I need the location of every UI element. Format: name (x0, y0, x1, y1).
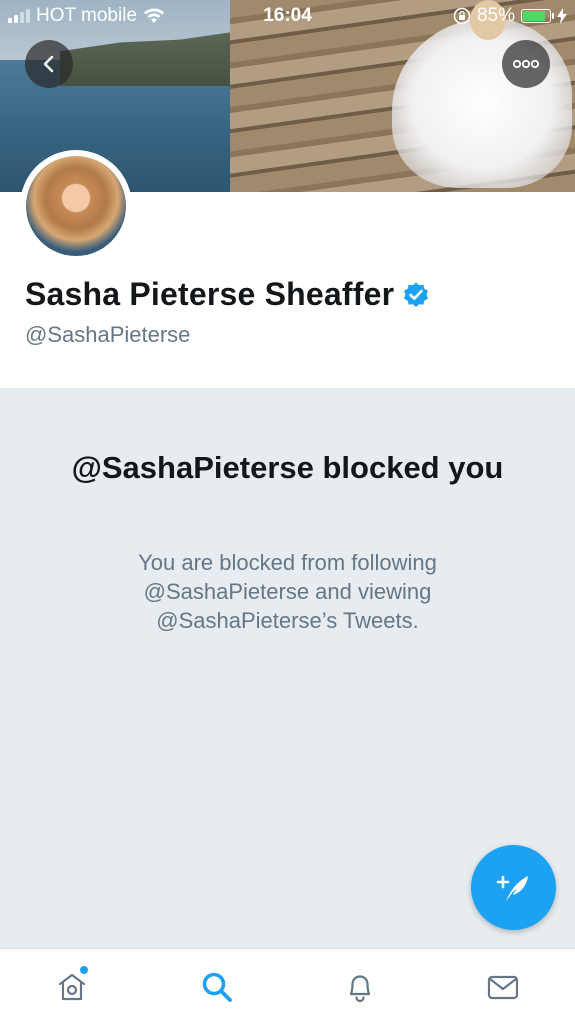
tab-home[interactable] (52, 966, 92, 1007)
avatar-image (26, 156, 126, 256)
profile-name-row: Sasha Pieterse Sheaffer (25, 276, 430, 313)
display-name: Sasha Pieterse Sheaffer (25, 276, 395, 312)
chevron-left-icon (43, 55, 54, 73)
blocked-title: @SashaPieterse blocked you (71, 450, 504, 485)
bell-icon (349, 975, 371, 1003)
battery-percent: 85% (476, 5, 515, 26)
back-button[interactable] (25, 40, 73, 88)
more-horizontal-icon (512, 59, 540, 69)
search-icon (202, 972, 232, 1002)
battery-icon (521, 9, 554, 23)
status-bar: HOT mobile 16:04 85% (0, 0, 575, 34)
blocked-description: You are blocked from following @SashaPie… (138, 550, 437, 633)
tab-messages[interactable] (483, 967, 523, 1007)
tab-search[interactable] (197, 967, 237, 1007)
avatar[interactable] (20, 150, 132, 262)
status-right: 85% (453, 5, 567, 27)
notification-dot (80, 966, 88, 974)
home-icon (58, 973, 86, 1001)
rotation-lock-icon (453, 7, 471, 25)
tab-notifications[interactable] (340, 967, 380, 1007)
verified-badge-icon (404, 282, 429, 307)
mail-icon (487, 975, 519, 1000)
compose-tweet-button[interactable] (471, 845, 556, 930)
profile-handle: @SashaPieterse (25, 322, 191, 347)
compose-tweet-icon (496, 875, 528, 901)
tab-bar (0, 948, 575, 1025)
charging-bolt-icon (557, 8, 567, 24)
more-button[interactable] (502, 40, 550, 88)
